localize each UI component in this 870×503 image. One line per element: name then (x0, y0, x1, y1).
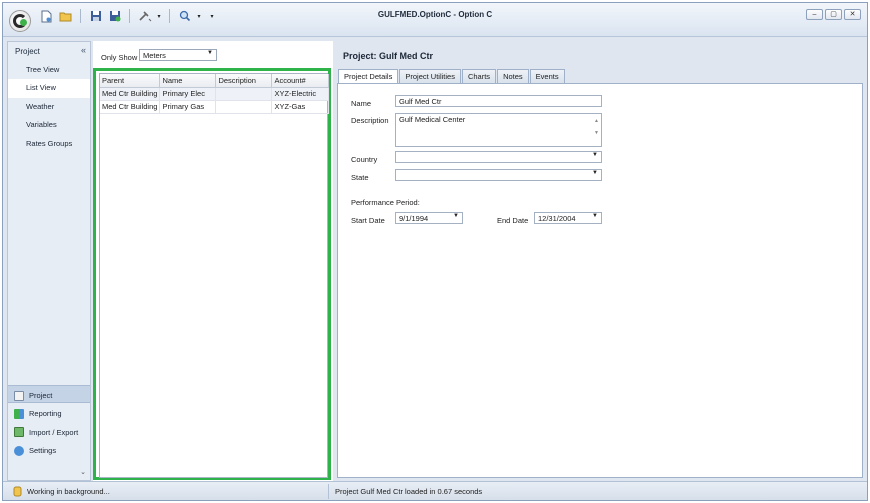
only-show-label: Only Show (101, 53, 138, 62)
section-project-label: Project (29, 391, 53, 401)
column-header-name[interactable]: Name (159, 74, 217, 88)
cell-description (215, 100, 273, 114)
end-date-label: End Date (497, 216, 529, 225)
nav-item-variables[interactable]: Variables (8, 116, 90, 134)
chevron-down-icon: ▼ (207, 50, 213, 56)
page-title: Project: Gulf Med Ctr (343, 51, 434, 61)
column-header-description[interactable]: Description (215, 74, 273, 88)
cell-name: Primary Elec (159, 87, 217, 101)
section-import-export-label: Import / Export (29, 427, 79, 437)
description-label: Description (351, 116, 389, 125)
performance-period-label: Performance Period: (351, 198, 420, 207)
column-header-account[interactable]: Account# (271, 74, 329, 88)
meters-grid[interactable]: Parent Name Description Account# Med Ctr… (99, 73, 329, 478)
country-select[interactable]: ▼ (395, 151, 602, 163)
window-controls: – ▢ ✕ (806, 9, 861, 20)
status-divider (328, 484, 329, 499)
detail-tabs: Project Details Project Utilities Charts… (338, 69, 566, 84)
name-field[interactable]: Gulf Med Ctr (395, 95, 602, 107)
section-reporting[interactable]: Reporting (8, 403, 90, 421)
nav-bottom-sections: Project Reporting Import / Export Settin… (8, 385, 90, 458)
cell-account: XYZ-Gas (271, 100, 329, 114)
state-select[interactable]: ▼ (395, 169, 602, 181)
table-row[interactable]: Med Ctr Building Primary Gas XYZ-Gas (100, 100, 329, 114)
tab-notes[interactable]: Notes (497, 69, 529, 83)
tab-project-details[interactable]: Project Details (338, 69, 399, 84)
tab-charts[interactable]: Charts (461, 69, 497, 83)
table-row[interactable]: Med Ctr Building Primary Elec XYZ-Electr… (100, 87, 329, 101)
nav-header-label: Project (15, 47, 40, 56)
chevron-down-icon: ▼ (592, 152, 598, 158)
window-title: GULFMED.OptionC - Option C (377, 10, 493, 19)
description-value: Gulf Medical Center (399, 115, 466, 124)
project-icon (14, 390, 24, 401)
name-label: Name (351, 99, 372, 108)
import-export-icon (14, 427, 24, 438)
section-import-export[interactable]: Import / Export (8, 422, 90, 440)
country-label: Country (351, 155, 378, 164)
nav-item-weather[interactable]: Weather (8, 98, 90, 116)
cell-parent: Med Ctr Building (100, 100, 161, 114)
description-field[interactable]: Gulf Medical Center ▲ ▼ (395, 113, 602, 147)
nav-more-icon[interactable]: ⌄ (80, 468, 86, 476)
section-project[interactable]: Project (8, 385, 90, 404)
project-details-panel: Name Gulf Med Ctr Description Gulf Medic… (337, 83, 863, 478)
state-label: State (351, 173, 369, 182)
status-left: Working in background... (13, 486, 110, 497)
nav-item-list-view[interactable]: List View (8, 79, 90, 98)
tab-project-utilities[interactable]: Project Utilities (399, 69, 461, 83)
list-pane: Only Show Meters ▼ Parent Name Descripti… (93, 41, 333, 481)
description-scrollbar[interactable]: ▲ ▼ (593, 115, 600, 145)
app-window: ▾ ▾ ▾ GULFMED.OptionC - Option C – ▢ ✕ P… (2, 2, 868, 501)
only-show-value: Meters (143, 51, 166, 60)
cell-name: Primary Gas (159, 100, 217, 114)
collapse-icon[interactable]: « (81, 45, 86, 55)
nav-item-tree-view[interactable]: Tree View (8, 61, 90, 79)
settings-icon (14, 445, 24, 456)
start-date-label: Start Date (351, 216, 385, 225)
only-show-select[interactable]: Meters ▼ (139, 49, 217, 61)
column-header-parent[interactable]: Parent (100, 74, 161, 88)
cell-description (215, 87, 273, 101)
reporting-icon (14, 408, 24, 419)
end-date-picker[interactable]: 12/31/2004 ▼ (534, 212, 602, 224)
tab-events[interactable]: Events (529, 69, 565, 83)
start-date-picker[interactable]: 9/1/1994 ▼ (395, 212, 463, 224)
left-nav: Project « Tree View List View Weather Va… (7, 41, 91, 481)
restore-button[interactable]: ▢ (825, 9, 842, 20)
chevron-down-icon: ▼ (592, 213, 598, 219)
minimize-button[interactable]: – (806, 9, 823, 20)
database-icon (13, 486, 22, 497)
chevron-down-icon: ▼ (453, 213, 459, 219)
highlight-frame: Parent Name Description Account# Med Ctr… (93, 68, 331, 480)
nav-item-rates-groups[interactable]: Rates Groups (8, 135, 90, 153)
section-reporting-label: Reporting (29, 409, 62, 419)
nav-header: Project (8, 42, 90, 60)
cell-parent: Med Ctr Building (100, 87, 161, 101)
status-bar: Working in background... Project Gulf Me… (3, 481, 867, 500)
cell-account: XYZ-Electric (271, 87, 329, 101)
section-settings[interactable]: Settings (8, 440, 90, 458)
project-detail-pane: Project: Gulf Med Ctr Project Details Pr… (335, 41, 865, 481)
grid-header-row: Parent Name Description Account# (100, 74, 329, 88)
status-left-text: Working in background... (27, 487, 110, 496)
status-right-text: Project Gulf Med Ctr loaded in 0.67 seco… (335, 487, 483, 496)
start-date-value: 9/1/1994 (399, 214, 429, 223)
section-settings-label: Settings (29, 446, 57, 456)
chevron-down-icon: ▼ (592, 170, 598, 176)
nav-items: Tree View List View Weather Variables Ra… (8, 61, 90, 153)
title-bar: ▾ ▾ ▾ GULFMED.OptionC - Option C – ▢ ✕ (3, 3, 867, 37)
end-date-value: 12/31/2004 (538, 214, 576, 223)
close-button[interactable]: ✕ (844, 9, 861, 20)
